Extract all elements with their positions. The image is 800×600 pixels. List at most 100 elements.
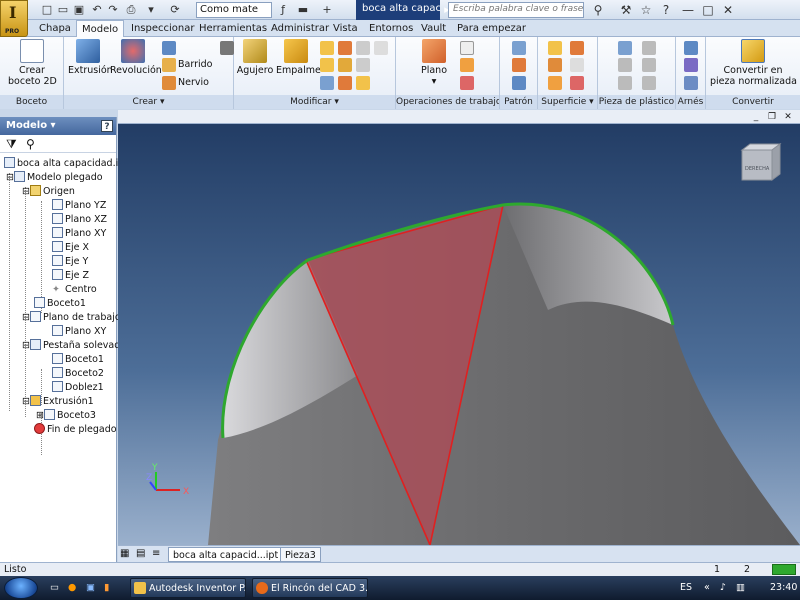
circ-pattern-icon[interactable] <box>512 58 526 72</box>
inventor-quick-icon[interactable]: ▮ <box>104 576 109 600</box>
tab-herramientas[interactable]: Herramientas <box>194 20 272 37</box>
show-desktop-icon[interactable]: ▭ <box>50 576 59 600</box>
shell-icon[interactable] <box>338 41 352 55</box>
tab-inspeccionar[interactable]: Inspeccionar <box>126 20 199 37</box>
tab-vista[interactable]: Vista <box>328 20 363 37</box>
tree-node-plane-yz[interactable]: Plano YZ <box>52 199 106 213</box>
tab-entornos[interactable]: Entornos <box>364 20 418 37</box>
tree-node-plane-xy[interactable]: Plano XY <box>52 227 106 241</box>
doc-tab-pieza3[interactable]: Pieza3 <box>280 547 321 562</box>
tools-icon[interactable]: ⚒ <box>618 2 634 18</box>
explorer-icon[interactable]: ▣ <box>86 576 95 600</box>
save-icon[interactable]: ▣ <box>72 3 86 17</box>
viewcube[interactable]: DERECHA <box>740 143 782 181</box>
split-icon[interactable] <box>356 41 370 55</box>
tree-node-end-fold[interactable]: Fin de plegado <box>34 423 117 437</box>
new-icon[interactable]: □ <box>40 3 54 17</box>
tree-node-bend1[interactable]: Doblez1 <box>52 381 104 395</box>
thicken-icon[interactable] <box>356 58 370 72</box>
axis-icon[interactable] <box>460 41 474 55</box>
update-icon[interactable]: ⟳ <box>168 3 182 17</box>
tree-node-part[interactable]: boca alta capacidad.ipt <box>4 157 128 171</box>
maximize-icon[interactable]: □ <box>700 2 716 18</box>
start-button[interactable] <box>4 577 38 599</box>
sculpt-icon[interactable] <box>548 58 562 72</box>
tree-node-sketch3[interactable]: ⊞ Boceto3 <box>36 409 96 423</box>
tree-node-sketch1[interactable]: Boceto1 <box>34 297 86 311</box>
tree-node-plane-xz[interactable]: Plano XZ <box>52 213 107 227</box>
rect-pattern-icon[interactable] <box>512 41 526 55</box>
chamfer-icon[interactable] <box>320 41 334 55</box>
graphics-viewport[interactable]: X Z Y DERECHA <box>118 110 800 545</box>
convert-button[interactable]: Convertir en pieza normalizada <box>710 39 797 87</box>
replace-face-icon[interactable] <box>570 76 584 90</box>
harness-icon[interactable] <box>684 76 698 90</box>
find-icon[interactable]: ⚲ <box>26 137 35 151</box>
draft-icon[interactable] <box>320 58 334 72</box>
viewcube-side[interactable] <box>771 143 781 181</box>
rule-fillet-icon[interactable] <box>618 76 632 90</box>
volume-icon[interactable]: ♪ <box>720 576 726 600</box>
agujero-button[interactable]: Agujero <box>236 39 274 76</box>
browser-help-button[interactable]: ? <box>101 120 113 132</box>
loft-icon[interactable] <box>162 41 176 55</box>
panel-title-crear[interactable]: Crear ▾ <box>64 95 233 109</box>
tree-node-work-plane[interactable]: ⊟ Plano de trabajo <box>22 311 121 325</box>
viewport-minimize-icon[interactable]: _ <box>750 111 762 123</box>
model-view[interactable]: X Z Y DERECHA <box>118 110 800 545</box>
redo-icon[interactable]: ↷ <box>106 3 120 17</box>
cascade-icon[interactable]: ▤ <box>136 548 145 559</box>
sweep-icon[interactable] <box>162 58 176 72</box>
tree-node-sketch1-b[interactable]: Boceto1 <box>52 353 104 367</box>
tree-node-axis-x[interactable]: Eje X <box>52 241 89 255</box>
application-button[interactable]: I PRO <box>0 0 28 37</box>
copy-object-icon[interactable] <box>338 76 352 90</box>
binoculars-icon[interactable]: ⚲ <box>590 2 606 18</box>
language-indicator[interactable]: ES <box>680 576 692 600</box>
barrido-label[interactable]: Barrido <box>178 59 212 70</box>
move-face-icon[interactable] <box>320 76 334 90</box>
tree-node-sketch2[interactable]: Boceto2 <box>52 367 104 381</box>
tab-chapa[interactable]: Chapa <box>34 20 76 37</box>
list-icon[interactable]: ≡ <box>152 548 160 559</box>
grill-icon[interactable] <box>618 41 632 55</box>
trim-icon[interactable] <box>570 58 584 72</box>
doc-tab-boca[interactable]: boca alta capacid...ipt ⊠ <box>168 547 295 562</box>
pin-icon[interactable] <box>684 58 698 72</box>
tree-node-plane-xy-2[interactable]: Plano XY <box>52 325 106 339</box>
tree-node-folded-model[interactable]: ⊟ Modelo plegado <box>6 171 103 185</box>
minimize-icon[interactable]: — <box>680 2 696 18</box>
stitch-icon[interactable] <box>548 41 562 55</box>
empalme-button[interactable]: Empalme <box>276 39 321 76</box>
panel-title-modificar[interactable]: Modificar ▾ <box>234 95 395 109</box>
tree-node-extrusion1[interactable]: ⊟ Extrusión1 <box>22 395 94 409</box>
extrusion-button[interactable]: Extrusión <box>68 39 113 76</box>
undo-icon[interactable]: ↶ <box>90 3 104 17</box>
snap-fit-icon[interactable] <box>642 58 656 72</box>
combine-icon[interactable] <box>374 41 388 55</box>
lip-icon[interactable] <box>642 76 656 90</box>
revolucion-button[interactable]: Revolución <box>110 39 162 76</box>
close-icon[interactable]: ✕ <box>720 2 736 18</box>
viewport-close-icon[interactable]: ✕ <box>782 111 794 123</box>
tree-node-center[interactable]: ✦ Centro <box>52 283 97 297</box>
delete-face-icon[interactable] <box>356 76 370 90</box>
rest-icon[interactable] <box>618 58 632 72</box>
fx-icon[interactable]: ƒ <box>276 3 290 17</box>
tree-node-axis-z[interactable]: Eje Z <box>52 269 89 283</box>
nervio-label[interactable]: Nervio <box>178 77 209 88</box>
print-icon[interactable]: ⎙ <box>124 3 138 17</box>
panel-title-superficie[interactable]: Superficie ▾ <box>538 95 597 109</box>
patch-icon[interactable] <box>570 41 584 55</box>
plus-icon[interactable]: + <box>320 3 334 17</box>
tab-para-empezar[interactable]: Para empezar <box>452 20 531 37</box>
plano-button[interactable]: Plano ▾ <box>416 39 452 87</box>
stack-icon[interactable] <box>220 41 234 55</box>
star-icon[interactable]: ☆ <box>638 2 654 18</box>
tab-modelo[interactable]: Modelo <box>76 20 125 37</box>
browser-header[interactable]: Modelo ▾ ? <box>0 117 116 135</box>
color-icon[interactable]: ▬ <box>296 3 310 17</box>
rib-icon[interactable] <box>162 76 176 90</box>
tile-icon[interactable]: ▦ <box>120 548 129 559</box>
tree-node-lofted-flange[interactable]: ⊟ Pestaña solevada <box>22 339 126 353</box>
